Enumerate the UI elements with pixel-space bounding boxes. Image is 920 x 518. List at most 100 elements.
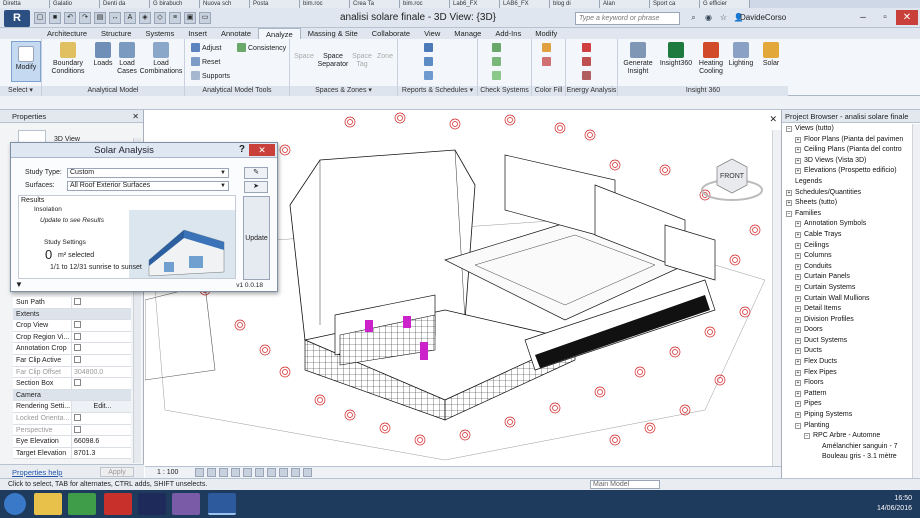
space-tag-button[interactable]: Space Tag [350,53,374,69]
heating-cooling-button[interactable]: Heating Cooling [696,42,726,76]
browser-tree-item[interactable]: Amélanchier sanguin - 7 [782,442,913,453]
browser-tree-item[interactable]: + Schedules/Quantities [782,188,913,199]
adjust-button[interactable]: Adjust [191,43,221,53]
browser-tree-item[interactable]: Bouleau gris - 3.1 mètre [782,452,913,463]
binoculars-icon[interactable]: ⌕ [688,12,699,23]
autocad-icon[interactable] [104,493,132,515]
chrome-icon[interactable] [68,493,96,515]
browser-tree-item[interactable]: + Pipes [782,399,913,410]
expand-icon[interactable]: + [786,200,792,207]
browser-tree-item[interactable]: + Ceiling Plans (Pianta del contro [782,145,913,156]
properties-help-link[interactable]: Properties help [12,468,62,477]
ribbon-tab-manage[interactable]: Manage [447,28,488,39]
expand-icon[interactable]: + [795,221,801,228]
pick-surfaces-button[interactable]: ➤ [244,181,268,193]
energy-settings-icon[interactable] [582,43,593,53]
group-label-select[interactable]: Select ▾ [0,86,41,96]
browser-tab[interactable]: Alan [600,0,650,8]
collapse-icon[interactable]: − [786,210,792,217]
browser-tree-item[interactable]: + Elevations (Prospetto edificio) [782,166,913,177]
revit-taskbar-icon[interactable] [208,493,236,515]
expand-icon[interactable]: + [795,380,801,387]
expand-icon[interactable]: + [795,337,801,344]
ribbon-tab-systems[interactable]: Systems [138,28,181,39]
ribbon-tab-modify[interactable]: Modify [528,28,564,39]
modify-button[interactable]: Modify [11,41,41,82]
boundary-conditions-button[interactable]: Boundary Conditions [46,42,90,76]
browser-tab[interactable]: Lab6_FX [450,0,500,8]
expand-icon[interactable]: + [795,327,801,334]
edit-rendering-button[interactable]: Edit... [71,401,131,413]
undo-icon[interactable]: ↶ [64,12,76,24]
property-value[interactable]: 8701.3 [71,447,131,459]
ribbon-tab-add-ins[interactable]: Add-Ins [488,28,528,39]
browser-tree-item[interactable]: + Conduits [782,262,913,273]
color-fill-icon-1[interactable] [542,43,553,53]
browser-tree-item[interactable]: − RPC Arbre - Automne [782,431,913,442]
search-input[interactable]: Type a keyword or phrase [575,12,680,25]
browser-tree-item[interactable]: + Annotation Symbols [782,219,913,230]
generate-insight-button[interactable]: Generate Insight [620,42,656,76]
browser-tree-item[interactable]: + Floor Plans (Pianta del pavimen [782,135,913,146]
viewcube-face-label[interactable]: FRONT [697,173,767,180]
browser-tab[interactable]: bim.roc [300,0,350,8]
collapse-icon[interactable]: − [795,422,801,429]
redo-icon[interactable]: ↷ [79,12,91,24]
browser-tree-item[interactable]: + Division Profiles [782,315,913,326]
space-separator-button[interactable]: Space Separator [316,53,350,69]
space-button[interactable]: Space [292,53,316,61]
browser-tab[interactable]: LAB6_FX [500,0,550,8]
system-clock[interactable]: 16:50 14/06/2016 [877,494,912,514]
edit-settings-button[interactable]: ✎ [244,167,268,179]
close-hidden-icon[interactable]: ▣ [184,12,196,24]
browser-tree-item[interactable]: + Ceilings [782,241,913,252]
checkbox[interactable] [74,425,81,433]
expand-icon[interactable]: + [795,348,801,355]
report-icon-1[interactable] [424,43,435,53]
start-button[interactable] [4,493,26,515]
photoshop-icon[interactable] [138,493,166,515]
lock-view-icon[interactable] [279,468,288,477]
checkbox[interactable] [74,298,81,305]
shadows-icon[interactable] [231,468,240,477]
report-icon-3[interactable] [424,71,435,81]
ribbon-tab-architecture[interactable]: Architecture [40,28,94,39]
check-pipe-icon[interactable] [492,57,503,67]
sun-path-icon[interactable] [219,468,228,477]
measure-icon[interactable]: ↔ [109,12,121,24]
browser-tree-item[interactable]: Legends [782,177,913,188]
expand-arrow-icon[interactable]: ▼ [15,280,23,289]
view-scale[interactable]: 1 : 100 [157,467,178,478]
browser-tab[interactable]: Diretta [0,0,50,8]
ribbon-tab-annotate[interactable]: Annotate [214,28,258,39]
browser-tab[interactable]: Crea Ta [350,0,400,8]
checkbox[interactable] [74,332,81,340]
color-fill-icon-2[interactable] [542,57,553,67]
group-label-spaces-zones[interactable]: Spaces & Zones ▾ [290,86,397,96]
checkbox[interactable] [74,414,81,421]
update-button[interactable]: Update [243,196,270,280]
expand-icon[interactable]: + [795,390,801,397]
expand-icon[interactable]: + [795,274,801,281]
loads-button[interactable]: Loads [90,42,116,68]
close-icon[interactable]: ✕ [132,110,139,123]
view-close-icon[interactable]: ✕ [769,114,777,125]
expand-icon[interactable]: + [795,306,801,313]
property-checkbox[interactable] [71,355,131,366]
expand-icon[interactable]: + [795,412,801,419]
active-model-select[interactable]: Main Model [590,480,660,489]
property-checkbox[interactable] [71,424,131,436]
close-button[interactable]: ✕ [896,10,918,25]
viewcube[interactable]: FRONT [697,145,767,205]
ribbon-tab-massing-site[interactable]: Massing & Site [301,28,365,39]
restore-button[interactable]: ▫ [874,10,896,25]
browser-tab[interactable]: bim.roc [400,0,450,8]
browser-tree-item[interactable]: + Flex Pipes [782,368,913,379]
consistency-button[interactable]: Consistency [237,43,286,53]
subscription-icon[interactable]: ◉ [703,12,714,23]
expand-icon[interactable]: + [795,401,801,408]
browser-tree-item[interactable]: + Sheets (tutto) [782,198,913,209]
property-checkbox[interactable] [71,413,131,424]
check-circuit-icon[interactable] [492,71,503,81]
show-crop-icon[interactable] [267,468,276,477]
